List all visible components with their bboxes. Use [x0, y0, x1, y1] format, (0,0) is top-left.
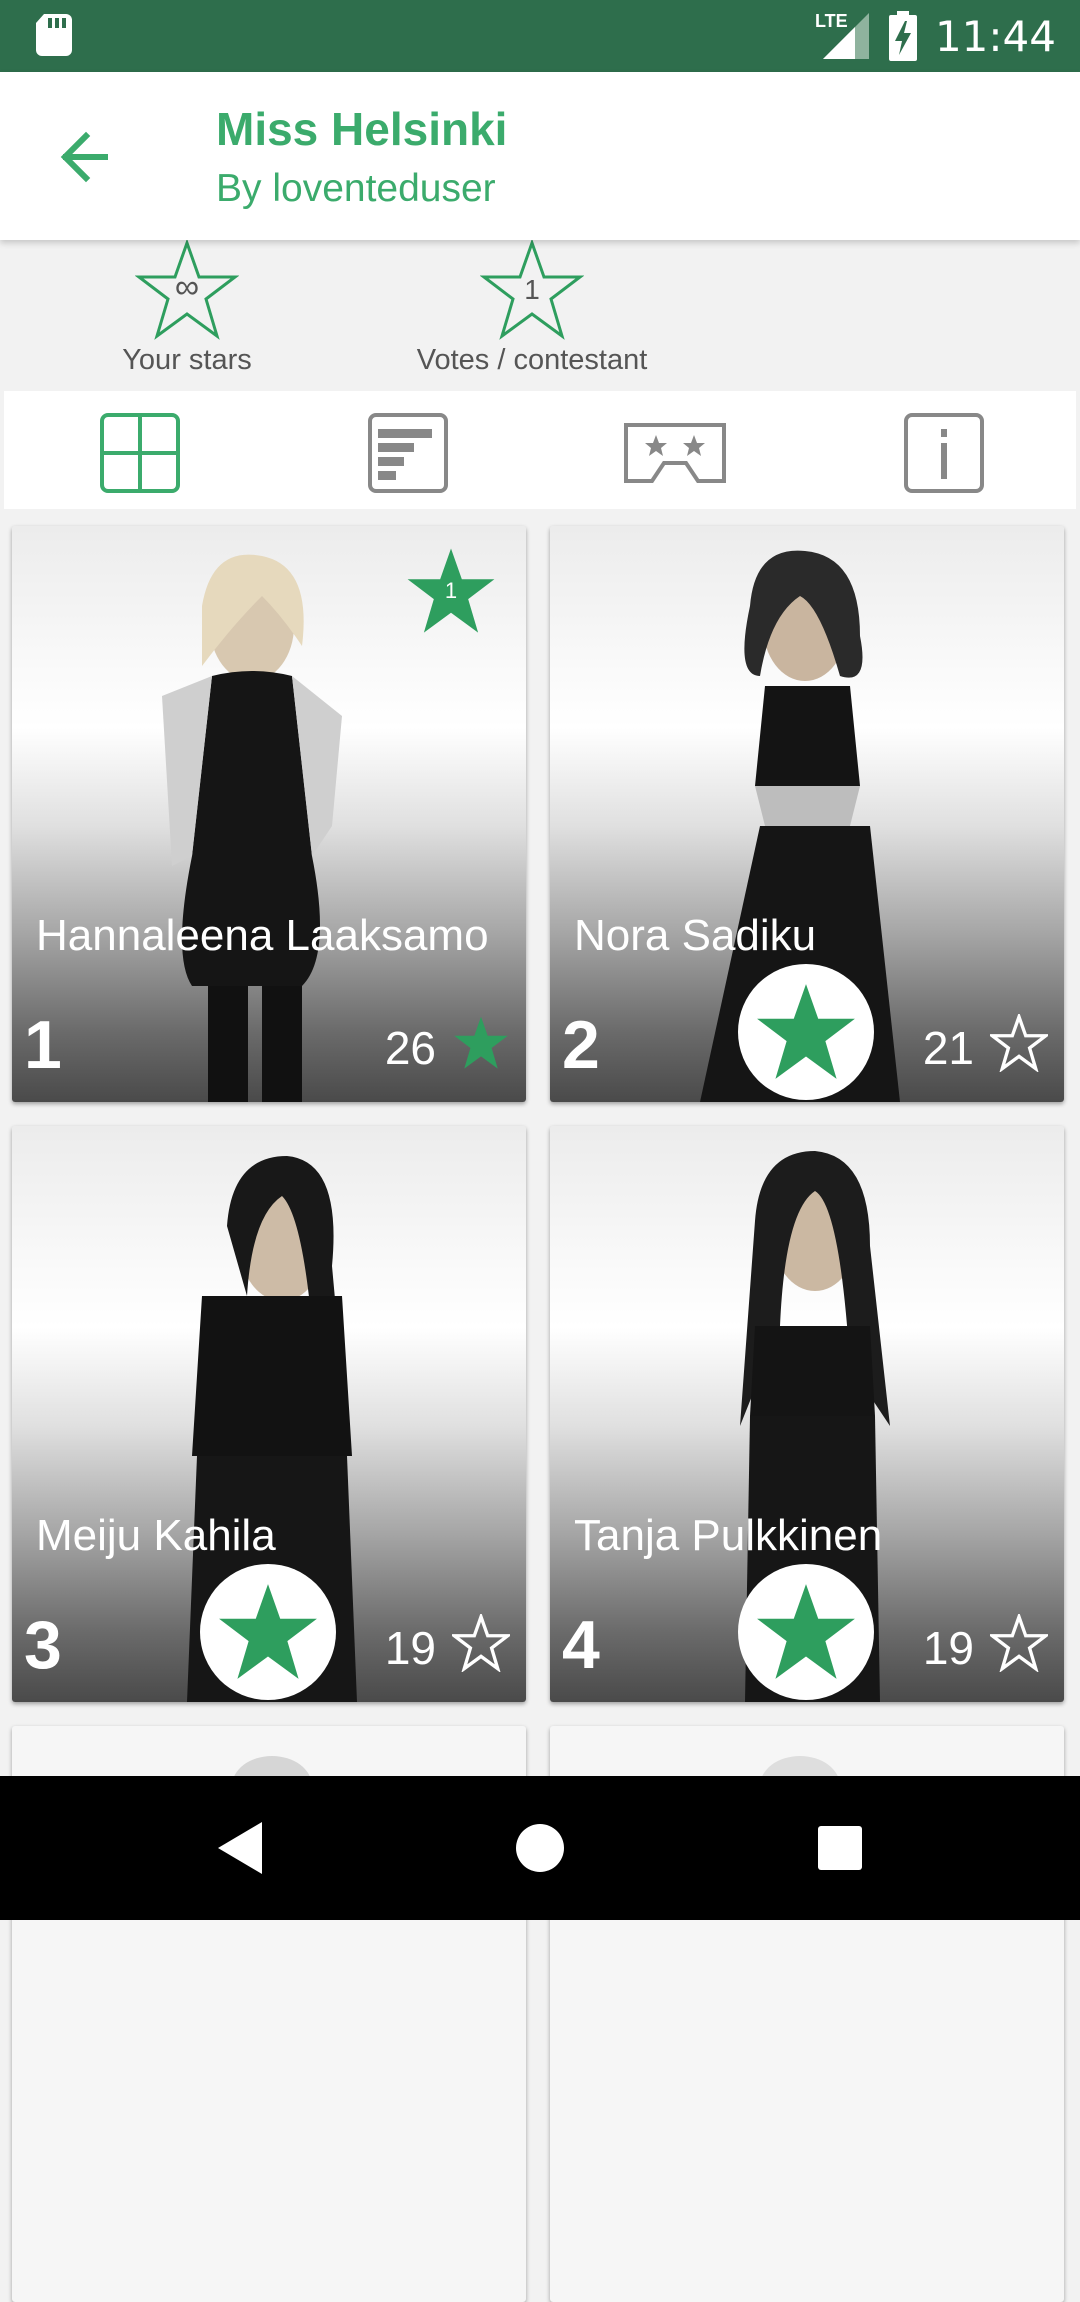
vote-count: 19 — [922, 1622, 974, 1674]
vote-button[interactable] — [738, 1564, 874, 1700]
contestant-rank: 3 — [24, 1607, 62, 1683]
contestant-name: Hannaleena Laaksamo — [36, 911, 489, 960]
back-icon[interactable] — [210, 1816, 274, 1880]
stats-row: ∞ Your stars 1 Votes / contestant — [0, 240, 1080, 390]
vote-count: 26 — [384, 1022, 436, 1074]
back-arrow-icon[interactable] — [50, 122, 120, 192]
star-filled-icon — [454, 1016, 508, 1069]
system-navigation-bar — [0, 1776, 1080, 1920]
star-outline-icon — [452, 1614, 510, 1672]
battery-charging-icon — [888, 11, 917, 61]
star-filled-icon — [219, 1584, 317, 1679]
star-filled-icon — [757, 984, 855, 1079]
contestant-name: Meiju Kahila — [36, 1511, 276, 1560]
contestant-card[interactable]: Nora Sadiku 2 21 — [550, 526, 1064, 1102]
your-stars-stat: ∞ Your stars — [47, 240, 327, 390]
page-title: Miss Helsinki — [216, 103, 508, 155]
vote-count: 21 — [922, 1022, 974, 1074]
your-stars-value: ∞ — [174, 268, 200, 306]
contestant-card[interactable]: Tanja Pulkkinen 4 19 — [550, 1126, 1064, 1702]
recents-icon[interactable] — [808, 1816, 872, 1880]
contestant-name: Tanja Pulkkinen — [574, 1511, 883, 1560]
contestant-name: Nora Sadiku — [574, 911, 817, 960]
stage-icon[interactable] — [620, 411, 730, 495]
home-icon[interactable] — [508, 1816, 572, 1880]
contestant-rank: 2 — [562, 1007, 600, 1083]
votes-per-contestant-stat: 1 Votes / contestant — [392, 240, 672, 390]
lte-signal-icon: LTE — [815, 11, 871, 61]
vote-button[interactable] — [738, 964, 874, 1100]
votes-per-contestant-label: Votes / contestant — [416, 344, 648, 376]
sd-card-icon — [36, 14, 72, 56]
vote-count: 19 — [384, 1622, 436, 1674]
info-icon[interactable] — [902, 411, 986, 495]
contestant-rank: 4 — [562, 1607, 600, 1683]
votes-per-contestant-value: 1 — [524, 274, 540, 305]
star-outline-icon — [990, 1014, 1048, 1072]
my-vote-badge: 1 — [404, 544, 498, 638]
contestant-card[interactable]: 1 Hannaleena Laaksamo 1 26 — [12, 526, 526, 1102]
page-subtitle: By loventeduser — [216, 167, 496, 210]
grid-icon[interactable] — [98, 411, 182, 495]
star-outline-icon — [990, 1614, 1048, 1672]
clock: 11:44 — [934, 11, 1056, 61]
view-tabs — [4, 391, 1076, 509]
app-bar: Miss Helsinki By loventeduser — [0, 72, 1080, 240]
star-filled-icon — [757, 1584, 855, 1679]
my-vote-count: 1 — [444, 578, 458, 603]
status-bar: LTE 11:44 — [0, 0, 1080, 72]
contestant-card[interactable]: Meiju Kahila 3 19 — [12, 1126, 526, 1702]
leaderboard-icon[interactable] — [366, 411, 450, 495]
contestant-rank: 1 — [24, 1007, 62, 1083]
your-stars-label: Your stars — [122, 344, 252, 376]
vote-button[interactable] — [200, 1564, 336, 1700]
